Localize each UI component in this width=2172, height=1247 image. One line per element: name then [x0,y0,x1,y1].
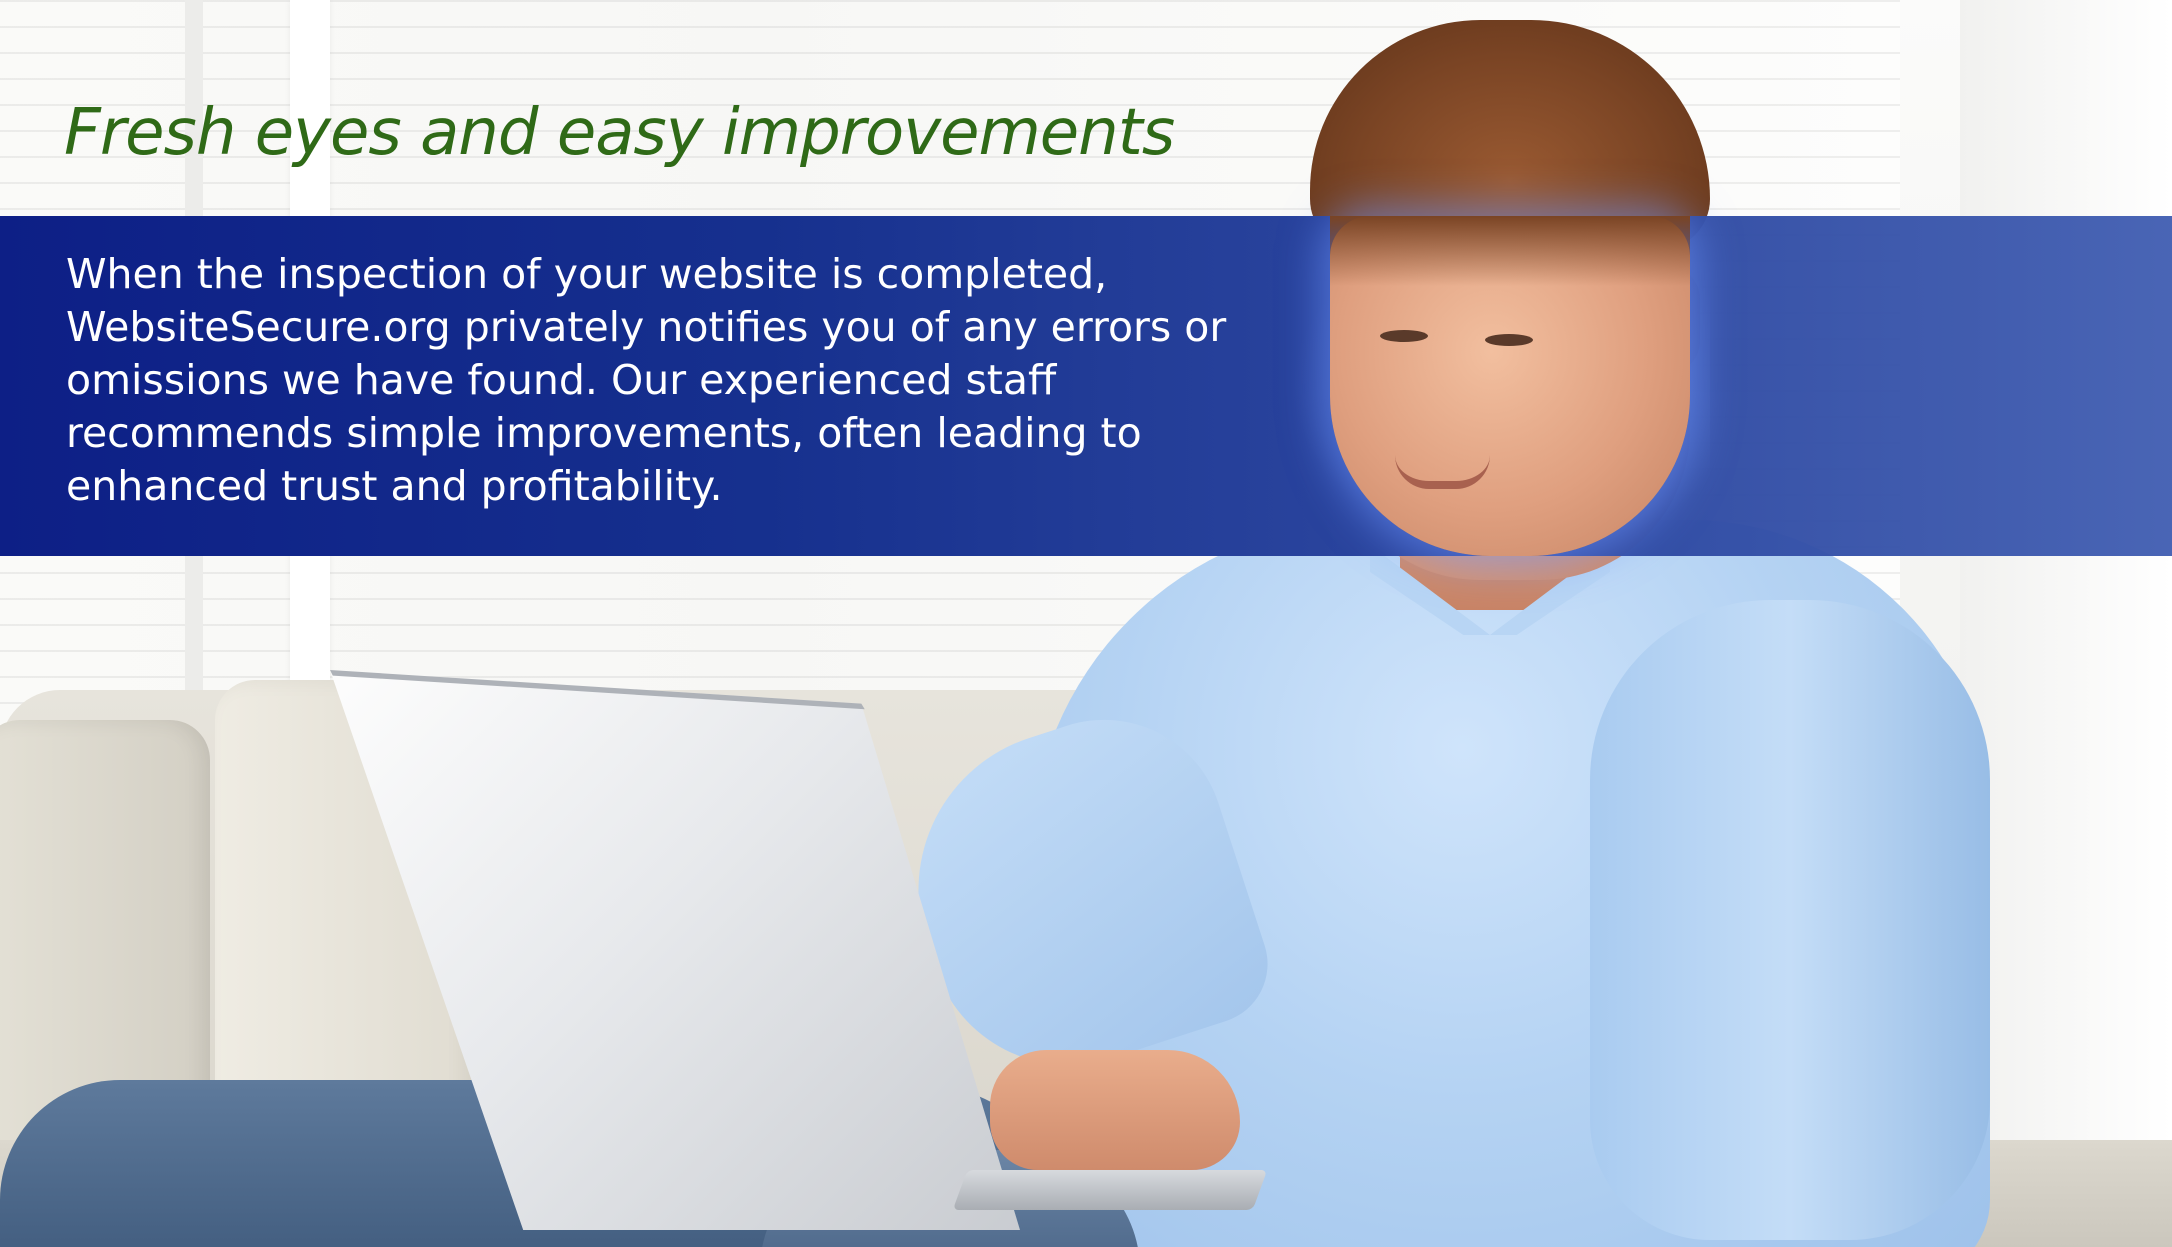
hand [990,1050,1240,1170]
body-line: WebsiteSecure.org privately notifies you… [66,303,1227,351]
hair-edge [1330,216,1690,286]
laptop-base [952,1170,1268,1210]
body-paragraph: When the inspection of your website is c… [66,248,1306,513]
eye [1485,334,1533,346]
eye [1380,330,1428,342]
body-line: recommends simple improvements, often le… [66,409,1142,457]
arm [1590,600,1990,1240]
promo-scene: Fresh eyes and easy improvements When th… [0,0,2172,1247]
body-line: enhanced trust and profitability. [66,462,723,510]
headline: Fresh eyes and easy improvements [64,96,1175,170]
body-line: omissions we have found. Our experienced… [66,356,1057,404]
body-line: When the inspection of your website is c… [66,250,1108,298]
man-using-laptop-photo [0,0,2172,1247]
